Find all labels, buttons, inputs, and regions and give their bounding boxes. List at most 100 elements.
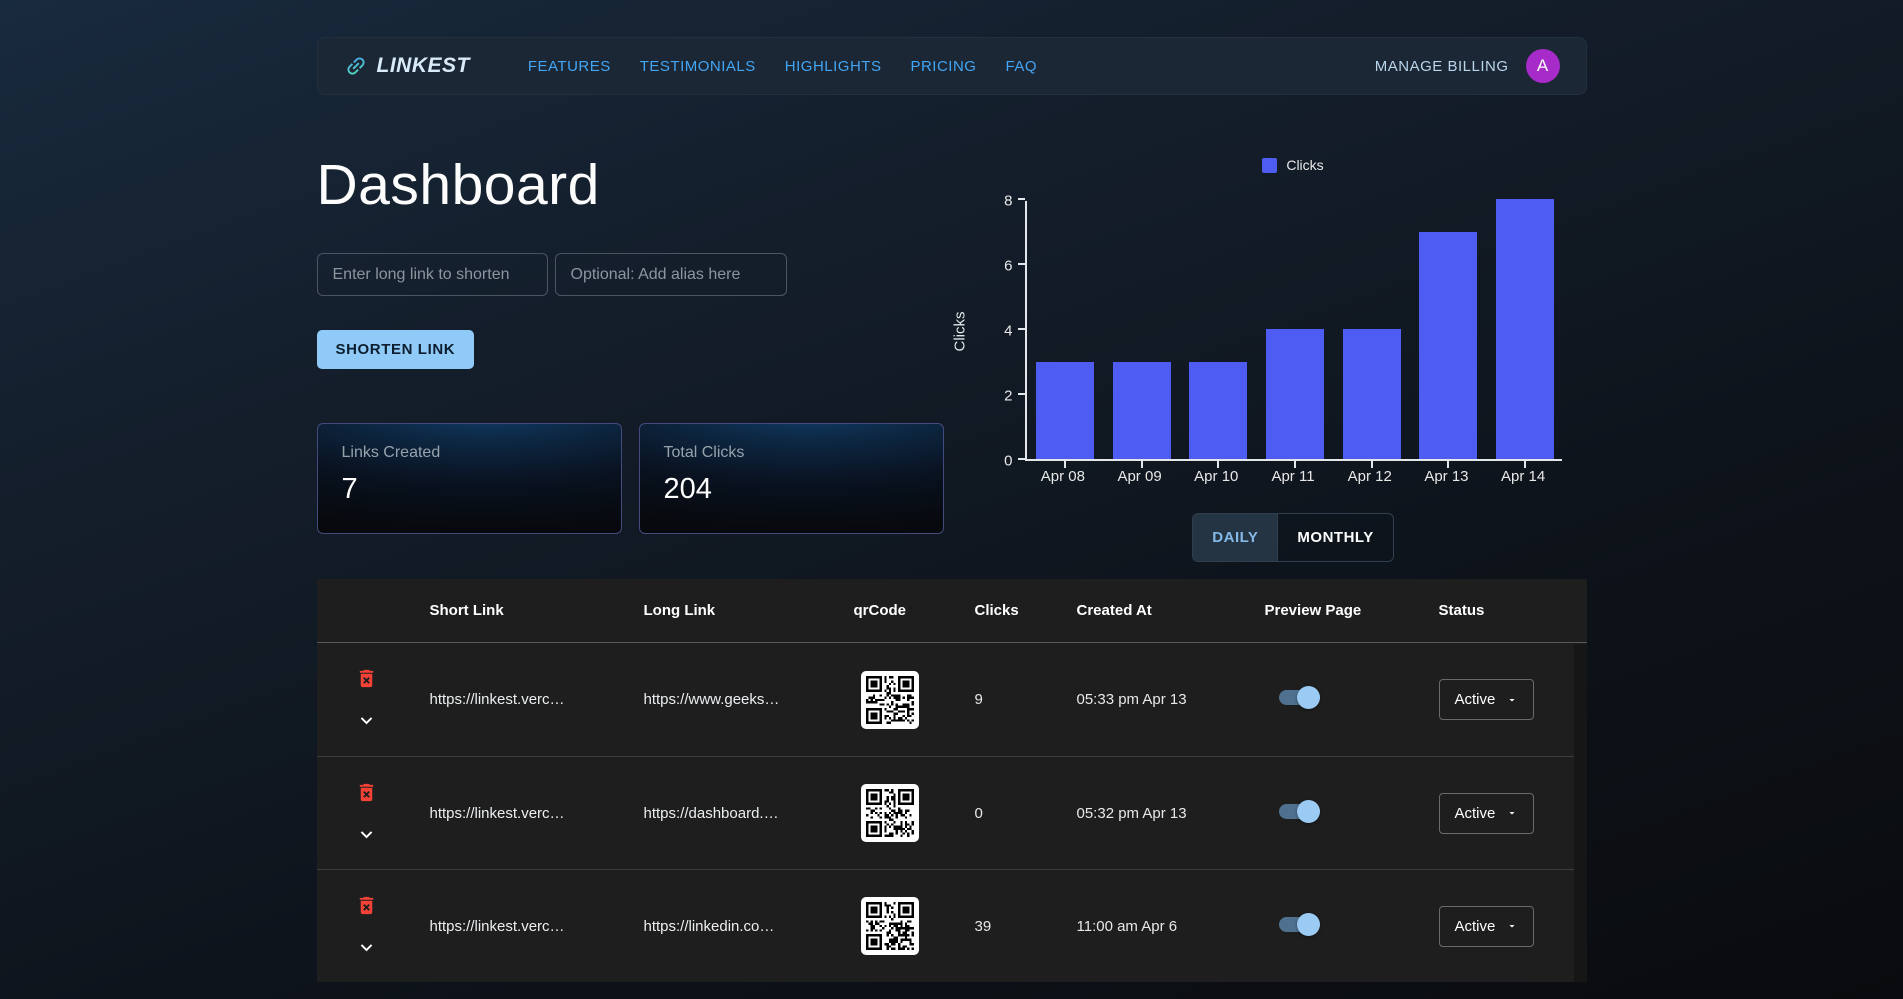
link-chain-icon	[344, 54, 368, 78]
x-axis: Apr 08Apr 09Apr 10Apr 11Apr 12Apr 13Apr …	[1025, 461, 1562, 487]
delete-link-icon[interactable]	[355, 781, 378, 804]
header-preview-page: Preview Page	[1265, 602, 1439, 619]
header-created-at: Created At	[1077, 602, 1265, 619]
status-value: Active	[1455, 805, 1496, 822]
table-row: https://linkest.verc… https://www.geeks……	[317, 643, 1587, 756]
created-at: 05:33 pm Apr 13	[1077, 691, 1265, 708]
x-tick-label: Apr 13	[1424, 468, 1468, 485]
short-link[interactable]: https://linkest.verc…	[430, 805, 644, 822]
status-dropdown[interactable]: Active	[1439, 679, 1535, 720]
nav-link-features[interactable]: FEATURES	[528, 58, 611, 75]
header-short-link: Short Link	[430, 602, 644, 619]
chart-bar	[1343, 329, 1401, 459]
status-dropdown[interactable]: Active	[1439, 906, 1535, 947]
page-title: Dashboard	[317, 152, 947, 218]
long-link[interactable]: https://www.geeks…	[644, 691, 854, 708]
y-tick-mark	[1018, 458, 1025, 460]
clicks-count: 0	[975, 805, 1077, 822]
total-clicks-card: Total Clicks 204	[639, 423, 944, 534]
y-tick-label: 2	[1004, 388, 1012, 405]
clicks-count: 39	[975, 918, 1077, 935]
nav-link-faq[interactable]: FAQ	[1005, 58, 1037, 75]
header-status: Status	[1439, 602, 1587, 619]
x-tick-label: Apr 12	[1348, 468, 1392, 485]
status-value: Active	[1455, 918, 1496, 935]
short-link[interactable]: https://linkest.verc…	[430, 918, 644, 935]
status-value: Active	[1455, 691, 1496, 708]
chart-legend: Clicks	[1025, 155, 1562, 175]
caret-down-icon	[1506, 694, 1518, 706]
links-created-value: 7	[342, 473, 597, 506]
long-link[interactable]: https://dashboard.…	[644, 805, 854, 822]
caret-down-icon	[1506, 807, 1518, 819]
table-row: https://linkest.verc… https://dashboard.…	[317, 756, 1587, 869]
links-created-card: Links Created 7	[317, 423, 622, 534]
short-link[interactable]: https://linkest.verc…	[430, 691, 644, 708]
x-tick-label: Apr 09	[1117, 468, 1161, 485]
y-axis-label: Clicks	[951, 311, 968, 351]
x-tick-label: Apr 08	[1041, 468, 1085, 485]
tab-monthly[interactable]: MONTHLY	[1277, 514, 1392, 561]
y-tick-label: 4	[1004, 323, 1012, 340]
x-tick-label: Apr 10	[1194, 468, 1238, 485]
alias-input[interactable]	[555, 253, 787, 296]
expand-row-icon[interactable]	[355, 823, 378, 846]
clicks-count: 9	[975, 691, 1077, 708]
chart-plot	[1025, 201, 1562, 461]
y-tick-mark	[1018, 198, 1025, 200]
nav-link-testimonials[interactable]: TESTIMONIALS	[640, 58, 756, 75]
preview-page-toggle[interactable]	[1279, 912, 1320, 937]
preview-page-toggle[interactable]	[1279, 685, 1320, 710]
logo[interactable]: LINKEST	[344, 54, 470, 78]
nav-link-highlights[interactable]: HIGHLIGHTS	[785, 58, 882, 75]
qr-code-image[interactable]	[861, 897, 919, 955]
x-tick-label: Apr 11	[1271, 468, 1314, 485]
y-tick-label: 0	[1004, 453, 1012, 470]
header-qrcode: qrCode	[854, 602, 975, 619]
y-tick-mark	[1018, 328, 1025, 330]
shorten-link-button[interactable]: SHORTEN LINK	[317, 330, 475, 369]
qr-code-image[interactable]	[861, 784, 919, 842]
chart-bar	[1113, 362, 1171, 460]
qr-code-image[interactable]	[861, 671, 919, 729]
links-table: Short Link Long Link qrCode Clicks Creat…	[317, 579, 1587, 982]
legend-swatch	[1262, 158, 1277, 173]
tab-daily[interactable]: DAILY	[1193, 514, 1277, 561]
expand-row-icon[interactable]	[355, 936, 378, 959]
chart-bar	[1419, 232, 1477, 460]
clicks-chart: Clicks Clicks 02468 Apr 08Apr 09Apr 10Ap…	[947, 95, 1587, 562]
y-tick-mark	[1018, 393, 1025, 395]
links-created-label: Links Created	[342, 444, 597, 462]
nav-link-pricing[interactable]: PRICING	[910, 58, 976, 75]
header-clicks: Clicks	[975, 602, 1077, 619]
created-at: 05:32 pm Apr 13	[1077, 805, 1265, 822]
delete-link-icon[interactable]	[355, 667, 378, 690]
nav-links: FEATURES TESTIMONIALS HIGHLIGHTS PRICING…	[528, 58, 1037, 75]
manage-billing-button[interactable]: MANAGE BILLING	[1375, 58, 1509, 75]
expand-row-icon[interactable]	[355, 709, 378, 732]
table-body: https://linkest.verc… https://www.geeks……	[317, 643, 1587, 982]
table-header: Short Link Long Link qrCode Clicks Creat…	[317, 579, 1587, 643]
y-axis: 02468	[973, 201, 1025, 461]
y-tick-label: 8	[1004, 193, 1012, 210]
avatar[interactable]: A	[1526, 49, 1560, 83]
chart-view-tabs: DAILY MONTHLY	[1192, 513, 1393, 562]
chart-bar	[1266, 329, 1324, 459]
y-tick-mark	[1018, 263, 1025, 265]
legend-label: Clicks	[1286, 157, 1323, 173]
chart-bar	[1036, 362, 1094, 460]
table-scrollbar[interactable]	[1574, 644, 1587, 982]
long-link-input[interactable]	[317, 253, 548, 296]
table-row: https://linkest.verc… https://linkedin.c…	[317, 869, 1587, 982]
navbar: LINKEST FEATURES TESTIMONIALS HIGHLIGHTS…	[317, 37, 1587, 95]
status-dropdown[interactable]: Active	[1439, 793, 1535, 834]
caret-down-icon	[1506, 920, 1518, 932]
total-clicks-label: Total Clicks	[664, 444, 919, 462]
created-at: 11:00 am Apr 6	[1077, 918, 1265, 935]
long-link[interactable]: https://linkedin.co…	[644, 918, 854, 935]
delete-link-icon[interactable]	[355, 894, 378, 917]
logo-text: LINKEST	[377, 54, 470, 78]
total-clicks-value: 204	[664, 473, 919, 506]
chart-bar	[1189, 362, 1247, 460]
preview-page-toggle[interactable]	[1279, 799, 1320, 824]
